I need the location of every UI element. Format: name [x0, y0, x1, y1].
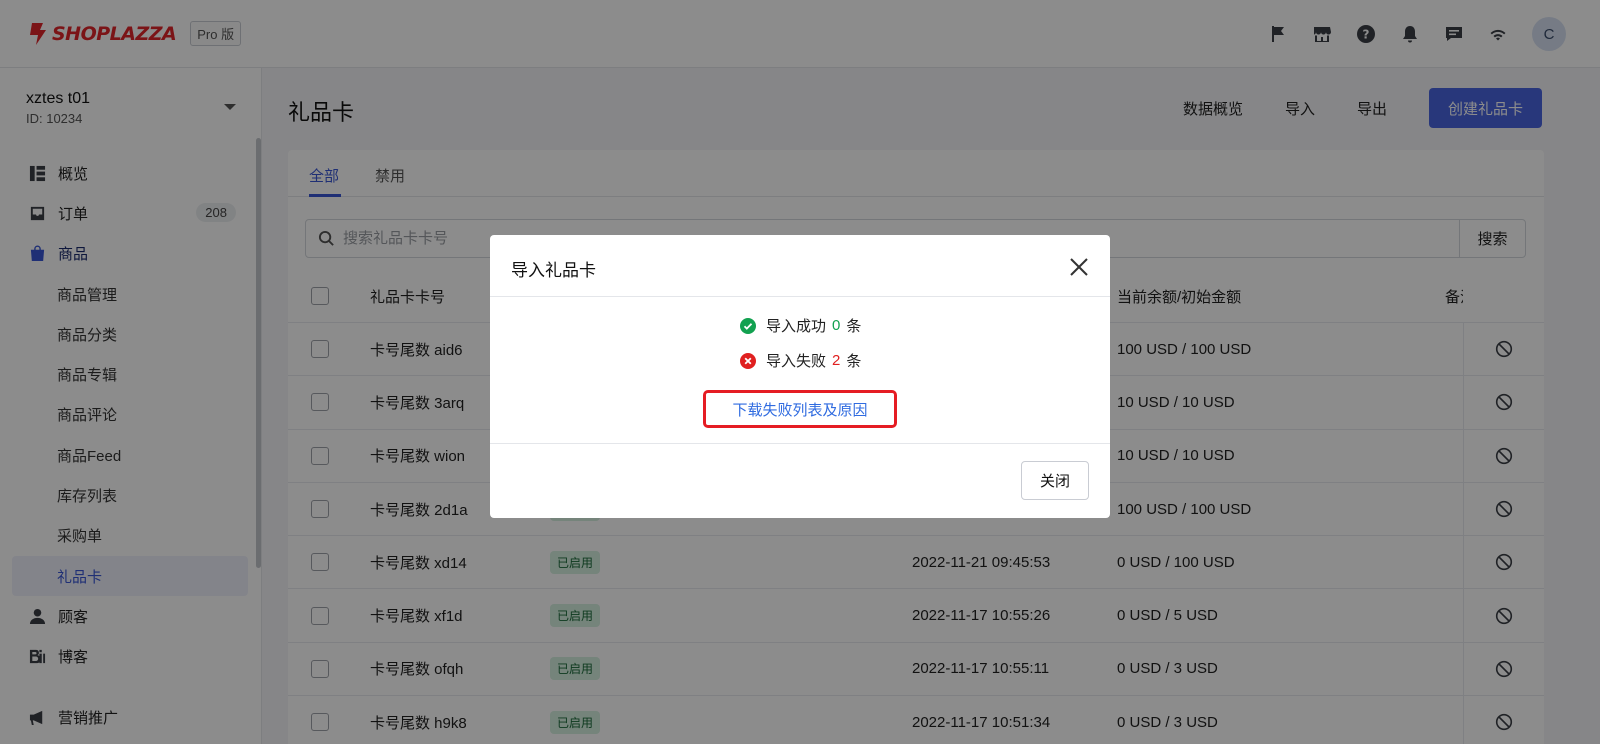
close-button[interactable]: 关闭 — [1021, 461, 1089, 500]
success-label: 导入成功 — [766, 318, 827, 335]
success-unit: 条 — [846, 318, 862, 335]
failure-count: 2 — [832, 352, 841, 369]
dialog-title: 导入礼品卡 — [511, 261, 596, 280]
failure-unit: 条 — [846, 353, 862, 370]
check-circle-icon — [740, 317, 756, 334]
download-failure-list-link[interactable]: 下载失败列表及原因 — [703, 390, 897, 428]
failure-label: 导入失败 — [766, 353, 827, 370]
dialog-header: 导入礼品卡 — [490, 235, 1110, 297]
import-success-line: 导入成功 0 条 — [740, 315, 861, 336]
close-icon[interactable] — [1068, 256, 1090, 278]
error-circle-icon — [740, 352, 756, 369]
import-gift-card-dialog: 导入礼品卡 导入成功 0 条 导入失败 2 条 下载失败列表及原因 关闭 — [490, 235, 1110, 518]
success-count: 0 — [832, 317, 841, 334]
dialog-divider — [490, 443, 1110, 444]
import-failure-line: 导入失败 2 条 — [740, 350, 861, 371]
